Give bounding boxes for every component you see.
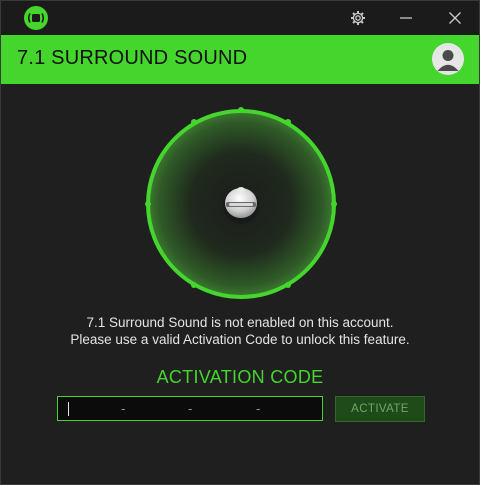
title-bar[interactable]	[1, 1, 479, 35]
page-header: 7.1 SURROUND SOUND	[1, 35, 479, 84]
app-window: 7.1 SURROUND SOUND 7.1 Surround Sound is…	[0, 0, 480, 485]
status-message-line-2: Please use a valid Activation Code to un…	[70, 332, 410, 347]
minimize-icon	[400, 17, 412, 19]
code-separator: -	[188, 401, 193, 416]
page-title: 7.1 SURROUND SOUND	[17, 47, 248, 69]
minimize-button[interactable]	[393, 5, 419, 31]
code-separator: -	[256, 401, 261, 416]
speaker-node-rear-left	[191, 282, 197, 288]
speaker-node-side-left	[145, 201, 151, 207]
speaker-node-rear-right	[285, 282, 291, 288]
speaker-node-front-center	[238, 107, 244, 113]
status-message-line-1: 7.1 Surround Sound is not enabled on thi…	[86, 315, 394, 330]
speaker-node-side-right	[331, 201, 337, 207]
surround-visualizer	[1, 84, 479, 314]
speaker-node-front-left	[191, 119, 197, 125]
speaker-node-front-right	[285, 119, 291, 125]
status-message: 7.1 Surround Sound is not enabled on thi…	[1, 314, 479, 348]
close-icon	[449, 12, 461, 24]
activation-code-heading: ACTIVATION CODE	[156, 367, 324, 387]
user-avatar-icon[interactable]	[432, 43, 464, 75]
gear-icon	[351, 11, 365, 25]
code-separator: -	[121, 401, 126, 416]
close-button[interactable]	[442, 5, 468, 31]
razer-surround-logo-icon	[24, 6, 48, 30]
activate-button[interactable]: ACTIVATE	[335, 396, 425, 422]
text-caret	[68, 402, 69, 416]
activation-code-input[interactable]: - - -	[57, 396, 323, 421]
settings-button[interactable]	[345, 5, 371, 31]
